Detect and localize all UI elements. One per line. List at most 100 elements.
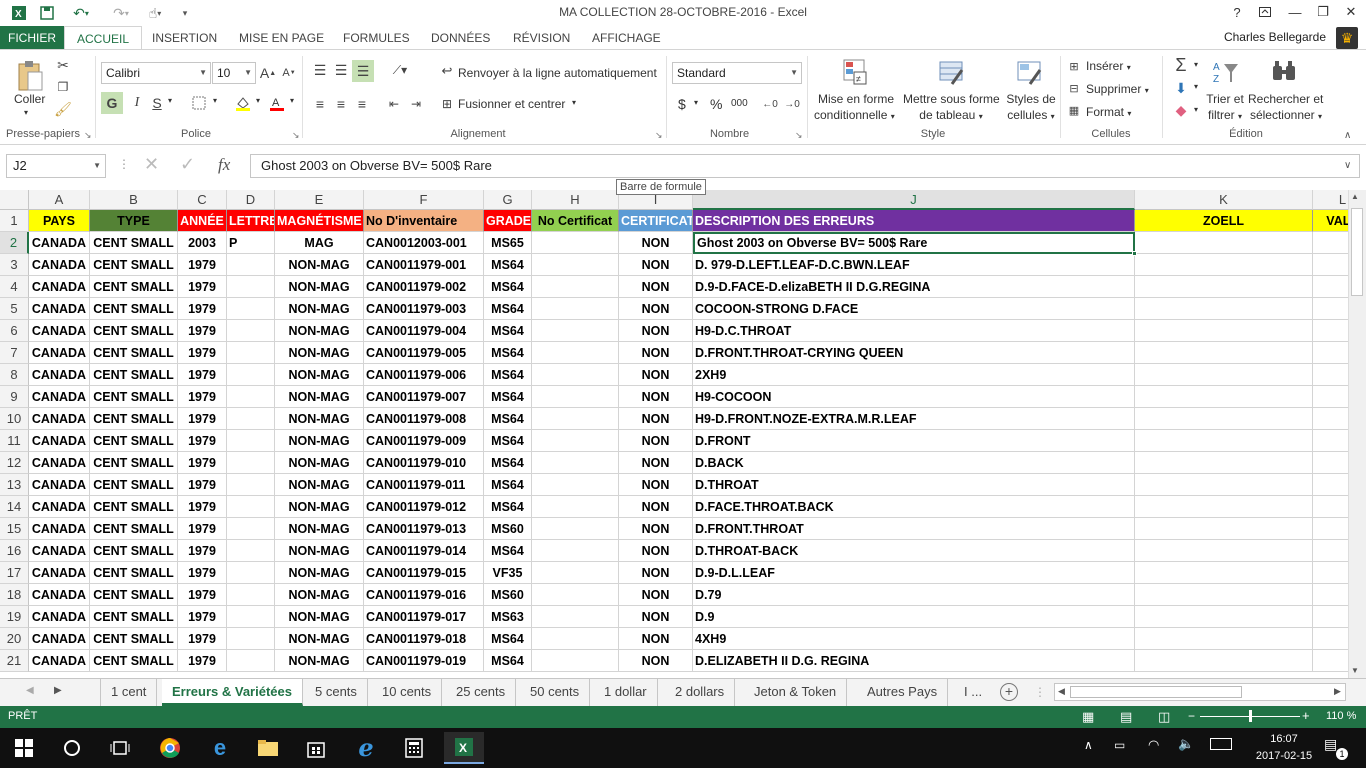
cell-d16[interactable] [227,540,275,562]
align-center-icon[interactable]: ≡ [331,94,351,114]
currency-dropdown-icon[interactable]: ▾ [694,98,698,107]
row-header-17[interactable]: 17 [0,562,29,584]
cell-f1[interactable]: No D'inventaire [364,210,484,232]
copy-icon[interactable]: ❐ [54,78,72,96]
cell-e2[interactable]: MAG [275,232,364,254]
align-right-icon[interactable]: ≡ [352,94,372,114]
cell-d6[interactable] [227,320,275,342]
minimize-icon[interactable]: — [1280,2,1310,22]
row-header-1[interactable]: 1 [0,210,29,232]
cell-a4[interactable]: CANADA [29,276,90,298]
column-header-e[interactable]: E [275,190,364,210]
cell-e1[interactable]: MAGNÉTISME [275,210,364,232]
row-header-11[interactable]: 11 [0,430,29,452]
cell-h6[interactable] [532,320,619,342]
cell-d10[interactable] [227,408,275,430]
format-as-table-label-2[interactable]: de tableau ▾ [903,108,999,122]
user-name[interactable]: Charles Bellegarde [1224,30,1326,44]
cell-i10[interactable]: NON [619,408,693,430]
cell-b3[interactable]: CENT SMALL [90,254,178,276]
autosum-dropdown-icon[interactable]: ▾ [1194,60,1198,69]
row-header-6[interactable]: 6 [0,320,29,342]
cell-g21[interactable]: MS64 [484,650,532,672]
fill-icon[interactable]: ⬇ [1170,78,1192,98]
borders-icon[interactable] [188,92,210,114]
collapse-ribbon-icon[interactable]: ∧ [1344,130,1351,141]
cell-c11[interactable]: 1979 [178,430,227,452]
thousands-button[interactable]: 000 [731,98,748,109]
cell-j12[interactable]: D.BACK [693,452,1135,474]
scroll-up-icon[interactable]: ▲ [1351,192,1359,201]
underline-dropdown-icon[interactable]: ▾ [168,96,172,105]
cell-g10[interactable]: MS64 [484,408,532,430]
align-middle-icon[interactable]: ☰ [331,60,351,80]
cell-styles-label-2[interactable]: cellules ▾ [1003,108,1059,122]
cell-b1[interactable]: TYPE [90,210,178,232]
cell-l20[interactable] [1313,628,1348,650]
merge-center-button[interactable]: Fusionner et centrer [458,97,565,111]
cell-a9[interactable]: CANADA [29,386,90,408]
cell-f18[interactable]: CAN0011979-016 [364,584,484,606]
cell-l13[interactable] [1313,474,1348,496]
vertical-scroll-thumb[interactable] [1351,208,1363,296]
select-all-corner[interactable] [0,190,29,210]
find-select-label-1[interactable]: Rechercher et [1248,92,1323,106]
file-explorer-icon[interactable] [248,732,288,764]
cell-a5[interactable]: CANADA [29,298,90,320]
zoom-slider-thumb[interactable] [1249,710,1252,722]
column-header-g[interactable]: G [484,190,532,210]
cell-e21[interactable]: NON-MAG [275,650,364,672]
cell-l18[interactable] [1313,584,1348,606]
column-header-d[interactable]: D [227,190,275,210]
delete-cells-button[interactable]: Supprimer ▾ [1086,82,1149,96]
cell-e9[interactable]: NON-MAG [275,386,364,408]
user-avatar[interactable]: ♛ [1336,27,1358,49]
cell-a18[interactable]: CANADA [29,584,90,606]
sheet-tab-1-cent[interactable]: 1 cent [100,679,158,706]
cell-d3[interactable] [227,254,275,276]
column-header-c[interactable]: C [178,190,227,210]
cell-e17[interactable]: NON-MAG [275,562,364,584]
cell-k18[interactable] [1135,584,1313,606]
cell-b20[interactable]: CENT SMALL [90,628,178,650]
page-break-view-icon[interactable]: ◫ [1158,709,1170,725]
cell-c21[interactable]: 1979 [178,650,227,672]
cell-j1[interactable]: DESCRIPTION DES ERREURS [693,210,1135,232]
cell-d9[interactable] [227,386,275,408]
cell-l14[interactable] [1313,496,1348,518]
normal-view-icon[interactable]: ▦ [1082,709,1094,725]
cell-f3[interactable]: CAN0011979-001 [364,254,484,276]
cell-c18[interactable]: 1979 [178,584,227,606]
paste-icon[interactable] [14,58,46,94]
row-header-20[interactable]: 20 [0,628,29,650]
cell-k16[interactable] [1135,540,1313,562]
fill-color-icon[interactable] [232,92,254,114]
cell-d15[interactable] [227,518,275,540]
tab-file[interactable]: FICHIER [0,26,64,50]
cell-k4[interactable] [1135,276,1313,298]
sheet-tab-5-cents[interactable]: 5 cents [305,679,368,706]
wrap-text-icon[interactable]: ↩ [438,62,456,80]
find-select-label-2[interactable]: sélectionner ▾ [1248,108,1324,122]
cell-h1[interactable]: No Certificat [532,210,619,232]
cell-b4[interactable]: CENT SMALL [90,276,178,298]
cell-g17[interactable]: VF35 [484,562,532,584]
sort-filter-label-1[interactable]: Trier et [1204,92,1246,106]
cell-g6[interactable]: MS64 [484,320,532,342]
row-header-12[interactable]: 12 [0,452,29,474]
column-header-h[interactable]: H [532,190,619,210]
cancel-icon[interactable]: ✕ [144,154,159,175]
cell-i3[interactable]: NON [619,254,693,276]
cell-a3[interactable]: CANADA [29,254,90,276]
cell-b8[interactable]: CENT SMALL [90,364,178,386]
scroll-down-icon[interactable]: ▼ [1351,666,1359,675]
cell-j20[interactable]: 4XH9 [693,628,1135,650]
cell-j3[interactable]: D. 979-D.LEFT.LEAF-D.C.BWN.LEAF [693,254,1135,276]
sheet-tab-1-dollar[interactable]: 1 dollar [594,679,658,706]
font-name-select[interactable]: Calibri ▼ [101,62,211,84]
cell-d4[interactable] [227,276,275,298]
cell-j5[interactable]: COCOON-STRONG D.FACE [693,298,1135,320]
cell-l3[interactable] [1313,254,1348,276]
font-color-dropdown-icon[interactable]: ▾ [290,96,294,105]
cell-k9[interactable] [1135,386,1313,408]
